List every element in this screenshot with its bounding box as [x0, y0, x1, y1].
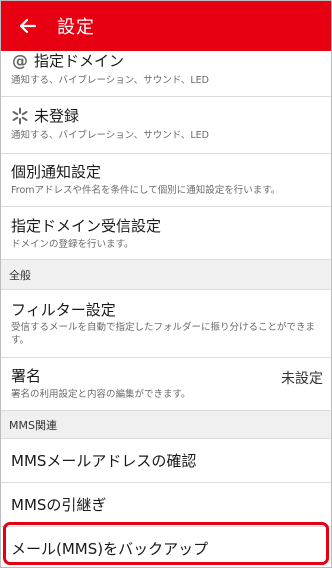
unregistered-title: 未登録 [34, 107, 80, 125]
setting-mms-address-check[interactable]: MMSメールアドレスの確認 [1, 439, 331, 483]
individual-notification-title: 個別通知設定 [11, 163, 102, 181]
page-title: 設定 [57, 17, 95, 38]
section-header-mms: MMS関連 [1, 411, 331, 439]
setting-mms-backup[interactable]: メール(MMS)をバックアップ [1, 527, 331, 567]
domain-reception-desc: ドメインの登録を行います。 [11, 239, 134, 250]
settings-list: @ 指定ドメイン 通知する、バイブレーション、サウンド、LED 未登録 通知する… [1, 41, 331, 567]
domain-reception-title: 指定ドメイン受信設定 [11, 217, 162, 235]
mms-backup-title: メール(MMS)をバックアップ [11, 540, 209, 558]
mms-address-check-title: MMSメールアドレスの確認 [11, 451, 197, 470]
setting-unregistered[interactable]: 未登録 通知する、バイブレーション、サウンド、LED [1, 97, 331, 154]
title-row: @ 指定ドメイン [11, 51, 323, 71]
title-row: 未登録 [11, 107, 323, 125]
setting-domain-reception[interactable]: 指定ドメイン受信設定 ドメインの登録を行います。 [1, 207, 331, 260]
unregistered-desc: 通知する、バイブレーション、サウンド、LED [11, 130, 209, 141]
setting-filter[interactable]: フィルター設定 受信するメールを自動で指定したフォルダーに振り分けることができま… [1, 290, 331, 358]
setting-signature[interactable]: 署名 署名の利用設定と内容の編集ができます。 未設定 [1, 358, 331, 411]
individual-notification-desc: Fromアドレスや件名を条件にして個別に通知設定を行います。 [11, 185, 281, 196]
section-header-general: 全般 [1, 260, 331, 290]
designated-domain-title: 指定ドメイン [34, 52, 125, 70]
app-bar: 設定 [1, 1, 331, 51]
sparkle-icon [11, 107, 29, 125]
setting-individual-notification[interactable]: 個別通知設定 Fromアドレスや件名を条件にして個別に通知設定を行います。 [1, 154, 331, 207]
filter-desc: 受信するメールを自動で指定したフォルダーに振り分けることができます。 [11, 322, 316, 346]
settings-screen: 設定 @ 指定ドメイン 通知する、バイブレーション、サウンド、LED 未登録 通… [0, 0, 332, 568]
mms-transfer-title: MMSの引継ぎ [11, 495, 107, 514]
at-icon: @ [12, 51, 28, 70]
filter-title: フィルター設定 [11, 301, 116, 319]
designated-domain-desc: 通知する、バイブレーション、サウンド、LED [11, 75, 209, 86]
signature-title: 署名 [11, 367, 42, 385]
signature-desc: 署名の利用設定と内容の編集ができます。 [11, 389, 191, 400]
arrow-left-icon [19, 18, 37, 34]
back-button[interactable] [13, 1, 43, 51]
signature-value: 未設定 [281, 371, 323, 387]
setting-mms-transfer[interactable]: MMSの引継ぎ [1, 483, 331, 527]
